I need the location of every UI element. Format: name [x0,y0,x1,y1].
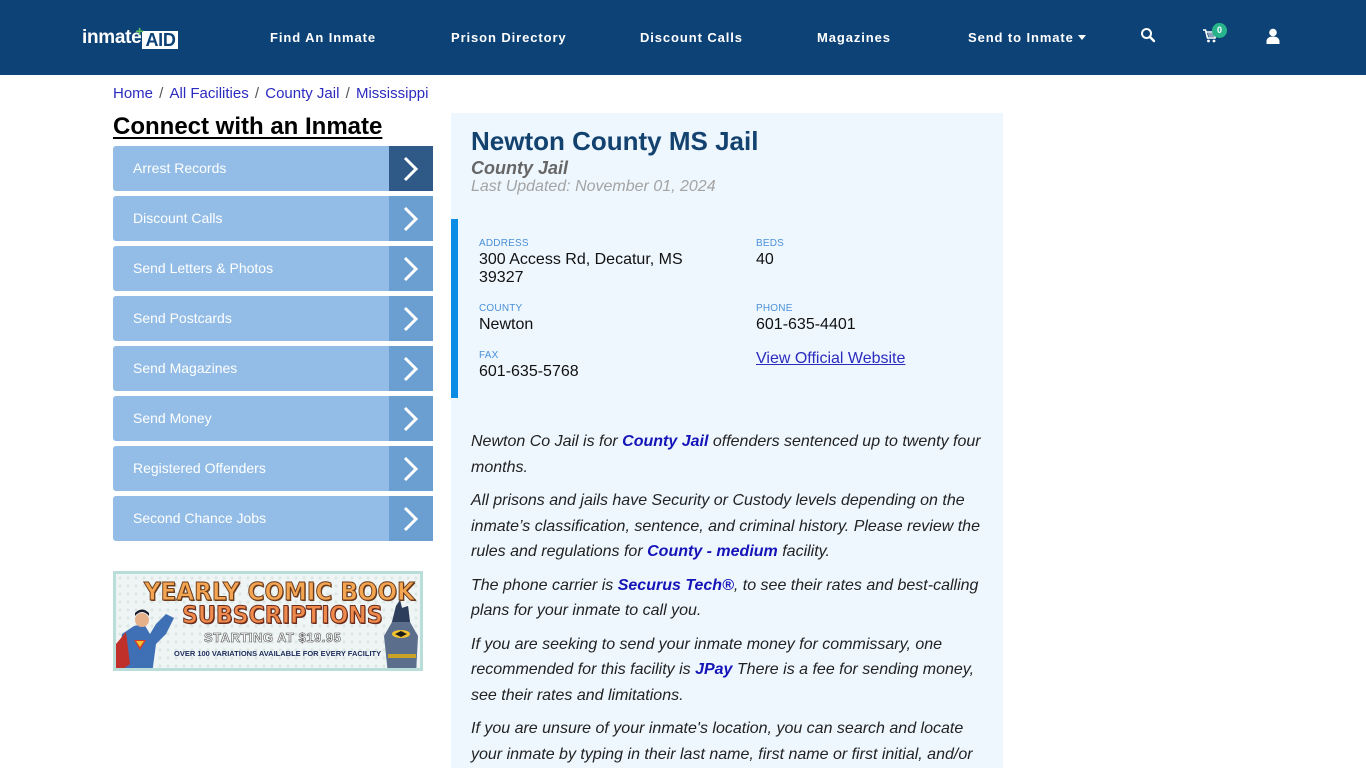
sidebar-menu: Arrest Records Discount Calls Send Lette… [113,146,433,546]
description-paragraph: If you are unsure of your inmate's locat… [471,720,973,763]
official-website-link[interactable]: View Official Website [756,350,905,367]
sidebar-item-label: Send Postcards [133,310,232,326]
sidebar-item-label: Send Money [133,410,212,426]
site-logo[interactable]: inmate + AID [82,24,178,50]
address-line-1: 300 Access Rd, Decatur, MS [479,251,683,268]
banner-headline-2: SUBSCRIPTIONS [182,601,384,630]
breadcrumb-home[interactable]: Home [113,85,153,102]
caret-down-icon [1077,35,1086,40]
sidebar-item-label: Send Letters & Photos [133,260,274,276]
nav-discount-calls[interactable]: Discount Calls [640,30,743,45]
description-paragraph: If you are seeking to send your inmate m… [471,632,986,709]
logo-text: inmate [82,27,142,48]
address-label: ADDRESS [479,238,529,249]
facility-info-box: ADDRESS 300 Access Rd, Decatur, MS 39327… [451,219,1003,398]
text: Newton Co Jail is for [471,433,623,450]
chevron-right-icon [389,296,433,341]
logo-accent: + AID [135,24,178,50]
description-paragraph: The phone carrier is Securus Tech®, to s… [471,573,986,624]
sidebar-item-discount-calls[interactable]: Discount Calls [113,196,433,241]
sidebar-item-send-letters-photos[interactable]: Send Letters & Photos [113,246,433,291]
nav-prison-directory[interactable]: Prison Directory [451,30,567,45]
superhero-left-illustration [116,609,174,668]
beds-label: BEDS [756,238,785,249]
fax-label: FAX [479,350,499,361]
sidebar-item-label: Discount Calls [133,210,223,226]
beds-field: BEDS 40 [756,238,784,269]
sidebar-item-send-money[interactable]: Send Money [113,396,433,441]
last-updated: Last Updated: November 01, 2024 [471,178,716,195]
search-icon[interactable] [1140,27,1160,47]
top-navbar: inmate + AID Find An Inmate Prison Directo… [0,0,1366,75]
nav-magazines[interactable]: Magazines [817,30,891,45]
county-jail-link[interactable]: County Jail [622,433,708,450]
chevron-right-icon [389,446,433,491]
beds-value: 40 [756,251,774,268]
county-field: COUNTY Newton [479,303,533,334]
breadcrumb-separator: / [250,85,264,102]
fax-field: FAX 601-635-5768 [479,350,579,381]
sidebar-item-send-postcards[interactable]: Send Postcards [113,296,433,341]
address-field: ADDRESS 300 Access Rd, Decatur, MS 39327 [479,238,683,287]
breadcrumb-separator: / [341,85,354,102]
phone-value: 601-635-4401 [756,316,856,333]
chevron-right-icon [389,146,433,191]
description-paragraph: Newton Co Jail is for County Jail offend… [471,429,986,480]
facility-title: Newton County MS Jail [471,126,759,156]
phone-label: PHONE [756,303,793,314]
facility-type: County Jail [471,158,569,178]
website-field: View Official Website [756,350,905,368]
breadcrumb-county-jail[interactable]: County Jail [265,85,339,102]
nav-find-an-inmate[interactable]: Find An Inmate [270,30,376,45]
user-icon[interactable] [1266,28,1286,48]
sidebar-item-registered-offenders[interactable]: Registered Offenders [113,446,433,491]
facility-panel: Newton County MS Jail County Jail Last U… [451,113,1003,768]
breadcrumb: Home / All Facilities / County Jail / Mi… [113,85,428,102]
sidebar-item-label: Arrest Records [133,160,227,176]
plus-icon: + [135,23,144,39]
connect-heading: Connect with an Inmate [113,113,383,140]
sidebar-item-label: Send Magazines [133,360,238,376]
chevron-right-icon [389,396,433,441]
text: The phone carrier is [471,576,618,594]
cart-count-badge: 0 [1212,23,1227,38]
sidebar-item-second-chance-jobs[interactable]: Second Chance Jobs [113,496,433,541]
securus-tech-link[interactable]: Securus Tech® [618,577,734,594]
breadcrumb-all-facilities[interactable]: All Facilities [170,85,249,102]
fax-value: 601-635-5768 [479,363,579,380]
breadcrumb-separator: / [155,85,168,102]
chevron-right-icon [389,246,433,291]
chevron-right-icon [389,496,433,541]
facility-description: Newton Co Jail is for County Jail offend… [471,429,986,775]
comic-subscription-banner[interactable]: YEARLY COMIC BOOK SUBSCRIPTIONS STARTING… [113,571,423,671]
sidebar-item-label: Registered Offenders [133,460,266,476]
sidebar-item-label: Second Chance Jobs [133,510,267,526]
address-line-2: 39327 [479,269,524,286]
phone-field: PHONE 601-635-4401 [756,303,856,334]
banner-tagline: OVER 100 VARIATIONS AVAILABLE FOR EVERY … [174,649,382,658]
sidebar-item-send-magazines[interactable]: Send Magazines [113,346,433,391]
breadcrumb-mississippi[interactable]: Mississippi [356,85,429,102]
text: facility. [777,543,830,560]
chevron-right-icon [389,196,433,241]
jpay-link[interactable]: JPay [695,661,732,678]
county-medium-link[interactable]: County - medium [647,543,778,560]
sidebar-item-arrest-records[interactable]: Arrest Records [113,146,433,191]
superhero-right-illustration [384,600,418,668]
banner-price: STARTING AT $19.95 [204,630,342,646]
county-value: Newton [479,316,534,333]
chevron-right-icon [389,346,433,391]
nav-send-to-inmate-label: Send to Inmate [968,30,1074,45]
description-paragraph: All prisons and jails have Security or C… [471,488,986,565]
county-label: COUNTY [479,303,523,314]
nav-send-to-inmate[interactable]: Send to Inmate [968,30,1086,45]
logo-accent-text: AID [145,30,176,50]
